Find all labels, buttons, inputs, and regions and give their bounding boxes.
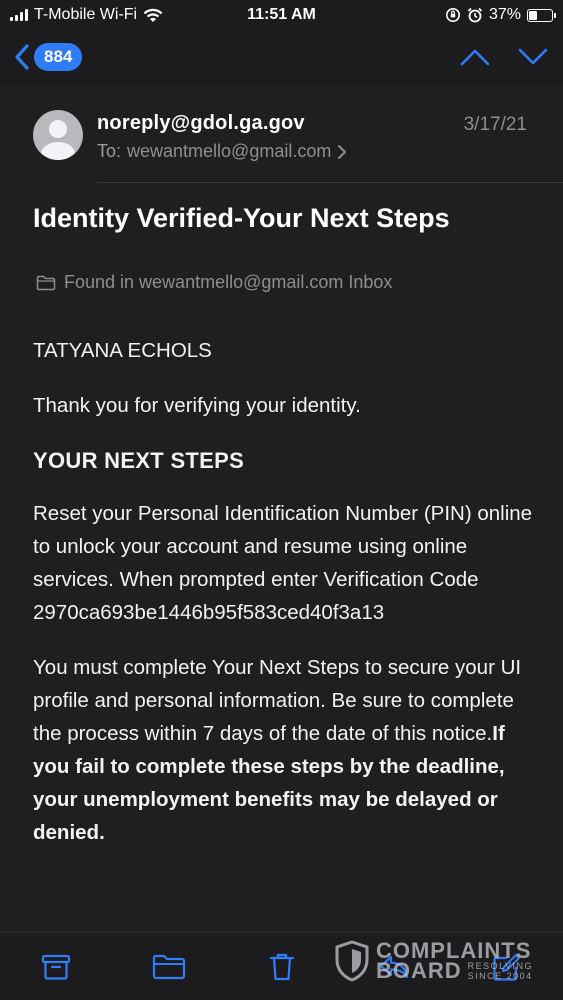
message-navigation <box>459 47 549 67</box>
alarm-icon <box>467 7 483 23</box>
person-icon <box>41 120 75 160</box>
email-date: 3/17/21 <box>463 114 527 135</box>
archive-button[interactable] <box>36 947 76 987</box>
wifi-icon <box>143 8 163 22</box>
battery-level <box>529 10 538 20</box>
found-in-label: Found in wewantmello@gmail.com Inbox <box>64 272 393 292</box>
nav-bar: 884 <box>0 30 563 84</box>
recipient-address: wewantmello@gmail.com <box>127 141 332 161</box>
trash-button[interactable] <box>262 947 302 987</box>
carrier-name: T-Mobile Wi-Fi <box>34 6 138 23</box>
compose-icon <box>493 953 520 981</box>
email-body: TATYANA ECHOLS Thank you for verifying y… <box>33 334 543 871</box>
reply-button[interactable] <box>374 947 414 987</box>
trash-icon <box>269 953 294 980</box>
move-to-folder-button[interactable] <box>149 947 189 987</box>
pin-reset-text: Reset your Personal Identification Numbe… <box>33 502 533 591</box>
back-button[interactable]: 884 <box>14 43 83 71</box>
status-left: T-Mobile Wi-Fi <box>10 6 445 24</box>
next-message-chevron-down-icon[interactable] <box>517 47 549 67</box>
sender-avatar[interactable] <box>33 110 83 160</box>
email-content: noreply@gdol.ga.gov 3/17/21 To: wewantme… <box>0 84 563 932</box>
pin-reset-paragraph: Reset your Personal Identification Numbe… <box>33 497 543 629</box>
archive-icon <box>41 954 71 980</box>
email-header: noreply@gdol.ga.gov 3/17/21 To: wewantme… <box>0 84 563 184</box>
status-right: 37% <box>445 6 556 24</box>
reply-icon <box>380 955 409 978</box>
orientation-lock-icon <box>445 8 460 22</box>
found-in-mailbox[interactable]: Found in wewantmello@gmail.com Inbox <box>36 272 392 293</box>
sender-address[interactable]: noreply@gdol.ga.gov <box>97 112 305 135</box>
previous-message-chevron-up-icon[interactable] <box>459 47 491 67</box>
thanks-line: Thank you for verifying your identity. <box>33 394 361 417</box>
recipient-line[interactable]: To: wewantmello@gmail.com <box>97 141 347 162</box>
cellular-signal-icon <box>10 9 28 21</box>
battery-percent: 37% <box>488 6 521 23</box>
folder-icon <box>36 275 56 290</box>
folder-icon <box>152 954 185 979</box>
chevron-left-icon <box>15 44 29 70</box>
deadline-text: You must complete Your Next Steps to sec… <box>33 656 522 745</box>
unread-count-badge: 884 <box>34 43 83 71</box>
recipient-name: TATYANA ECHOLS <box>33 339 212 362</box>
next-steps-heading: YOUR NEXT STEPS <box>33 448 245 473</box>
bottom-toolbar <box>0 932 563 1000</box>
status-bar: T-Mobile Wi-Fi 11:51 AM 37% <box>0 0 563 30</box>
battery-icon <box>527 8 556 22</box>
email-subject: Identity Verified-Your Next Steps <box>33 203 450 233</box>
deadline-paragraph: You must complete Your Next Steps to sec… <box>33 651 543 849</box>
to-label: To: <box>97 141 122 161</box>
verification-code: 2970ca693be1446b95f583ced40f3a13 <box>33 601 385 624</box>
header-divider <box>97 182 563 183</box>
compose-button[interactable] <box>487 947 527 987</box>
chevron-right-icon <box>338 144 347 159</box>
